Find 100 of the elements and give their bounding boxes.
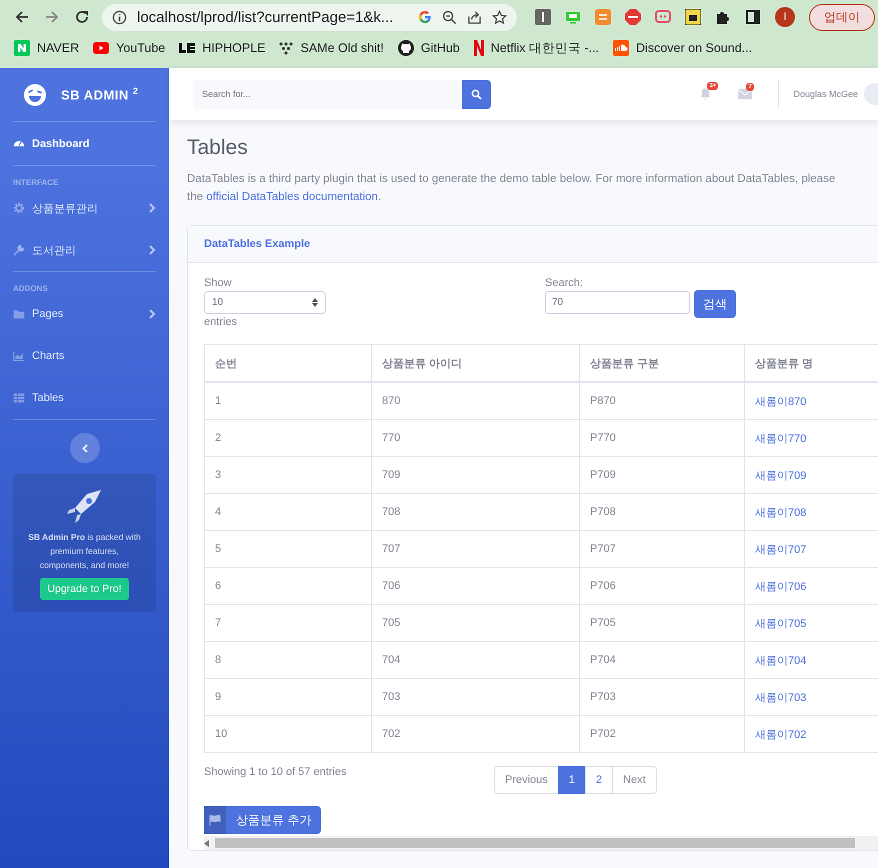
name-link[interactable]: 새롬이705 xyxy=(755,618,806,630)
sidebar-item[interactable]: Tables xyxy=(0,377,169,419)
search-icon xyxy=(471,88,482,100)
bookmark[interactable]: Netflix 대한민국 -... xyxy=(490,40,600,56)
table-cell: 709 xyxy=(372,456,580,494)
bookmark[interactable]: SAMe Old shit! xyxy=(300,41,384,55)
bookmark[interactable]: GitHub xyxy=(420,41,460,55)
sidebar-heading: ADDONS xyxy=(13,284,48,293)
documentation-link[interactable]: official DataTables documentation xyxy=(206,191,378,203)
name-link[interactable]: 새롬이706 xyxy=(755,580,806,592)
search-field[interactable]: Search for... xyxy=(193,80,462,108)
chart-icon xyxy=(13,350,25,362)
name-link[interactable]: 새롬이770 xyxy=(755,432,806,444)
column-header[interactable]: 상품분류 아이디 xyxy=(372,344,580,382)
sidebar-item[interactable]: Dashboard xyxy=(0,122,169,165)
entries-info: Showing 1 to 10 of 57 entries xyxy=(204,766,348,778)
name-link[interactable]: 새롬이703 xyxy=(755,692,806,704)
dots-icon xyxy=(279,41,294,55)
name-link[interactable]: 새롬이702 xyxy=(755,728,806,740)
search-submit-button[interactable]: 검색 xyxy=(694,290,736,318)
page-size-select[interactable]: 10 xyxy=(204,291,326,314)
column-header[interactable]: 순번 xyxy=(204,344,372,382)
horizontal-scrollbar[interactable] xyxy=(204,836,878,850)
column-header[interactable]: 상품분류 구분 xyxy=(580,344,744,382)
address-bar[interactable]: localhost/lprod/list?currentPage=1&k... xyxy=(102,4,517,30)
page-button[interactable]: 1 xyxy=(558,766,586,794)
table-cell: 706 xyxy=(372,568,580,604)
bookmark[interactable]: YouTube xyxy=(116,41,166,55)
search-label: Search: xyxy=(545,277,584,289)
table-cell: 8 xyxy=(204,642,372,678)
update-button[interactable]: 업데이 xyxy=(809,4,875,30)
table-cell: P709 xyxy=(580,456,744,494)
table-cell: 10 xyxy=(204,716,372,752)
monitor-icon xyxy=(565,9,581,25)
chat-icon xyxy=(655,9,671,25)
table-cell: P708 xyxy=(580,494,744,530)
side-panel-icon xyxy=(745,9,761,25)
bookmark[interactable]: Discover on Sound... xyxy=(636,41,752,55)
table-cell: 2 xyxy=(204,420,372,456)
table-cell: 705 xyxy=(372,604,580,642)
table-cell: 7 xyxy=(204,604,372,642)
table-cell: 702 xyxy=(372,716,580,752)
flag-icon xyxy=(209,814,221,826)
table-cell: P702 xyxy=(580,716,744,752)
column-header[interactable]: 상품분류 명 xyxy=(744,344,878,382)
page-button[interactable]: Previous xyxy=(494,766,559,794)
table-cell: 704 xyxy=(372,642,580,678)
star-icon xyxy=(492,10,507,24)
sidebar-toggle-button[interactable] xyxy=(70,433,100,463)
share-icon xyxy=(467,10,482,24)
table-cell: 3 xyxy=(204,456,372,494)
bookmark[interactable]: NAVER xyxy=(37,41,80,55)
profile-avatar[interactable]: I xyxy=(775,7,795,27)
name-link[interactable]: 새롬이708 xyxy=(755,506,806,518)
table-cell: P703 xyxy=(580,678,744,716)
bookmark[interactable]: HIPHOPLE xyxy=(202,41,266,55)
chevron-left-icon xyxy=(82,444,88,452)
name-link[interactable]: 새롬이709 xyxy=(755,470,806,482)
sidebar-item[interactable]: 상품분류관리 xyxy=(0,187,169,229)
info-icon xyxy=(112,10,127,24)
sidebar-item[interactable]: Charts xyxy=(0,335,169,377)
google-icon xyxy=(418,10,432,24)
gear-icon xyxy=(13,202,25,214)
search-button[interactable] xyxy=(462,80,492,108)
netflix-icon xyxy=(474,40,484,56)
sidebar-item[interactable]: 도서관리 xyxy=(0,229,169,271)
soundcloud-icon xyxy=(613,40,630,56)
table-cell: 1 xyxy=(204,382,372,420)
folder-icon xyxy=(13,308,25,320)
name-link[interactable]: 새롬이704 xyxy=(755,654,806,666)
page-button[interactable]: 2 xyxy=(584,766,614,794)
table-cell: P870 xyxy=(580,382,744,420)
table-cell: 708 xyxy=(372,494,580,530)
name-link[interactable]: 새롬이707 xyxy=(755,544,806,556)
zoom-icon xyxy=(442,10,457,24)
card-title: DataTables Example xyxy=(204,238,310,250)
promo-text: SB Admin Pro is packed with premium features, components, and more! xyxy=(27,531,142,572)
sidebar-item[interactable]: Pages xyxy=(0,293,169,335)
name-link[interactable]: 새롬이870 xyxy=(755,396,806,408)
wrench-icon xyxy=(13,244,25,256)
extension-icon xyxy=(685,9,701,25)
reload-icon xyxy=(74,9,90,25)
table-cell: 9 xyxy=(204,678,372,716)
github-icon xyxy=(398,40,414,56)
scroll-left-icon xyxy=(204,840,209,846)
extension-icon xyxy=(595,9,611,25)
table-cell: 6 xyxy=(204,568,372,604)
page-title: Tables xyxy=(187,136,249,160)
adblock-icon xyxy=(625,9,641,25)
table-cell: P707 xyxy=(580,530,744,568)
table-search-field[interactable]: 70 xyxy=(545,291,690,314)
extension-icon xyxy=(535,9,551,25)
page-button[interactable]: Next xyxy=(612,766,657,794)
table-cell: 703 xyxy=(372,678,580,716)
table-icon xyxy=(13,392,25,404)
bell-icon xyxy=(699,87,712,101)
forward-icon xyxy=(44,9,60,25)
back-icon xyxy=(14,9,30,25)
add-category-button[interactable]: 상품분류 추가 xyxy=(204,806,322,834)
user-name[interactable]: Douglas McGee xyxy=(793,89,858,99)
